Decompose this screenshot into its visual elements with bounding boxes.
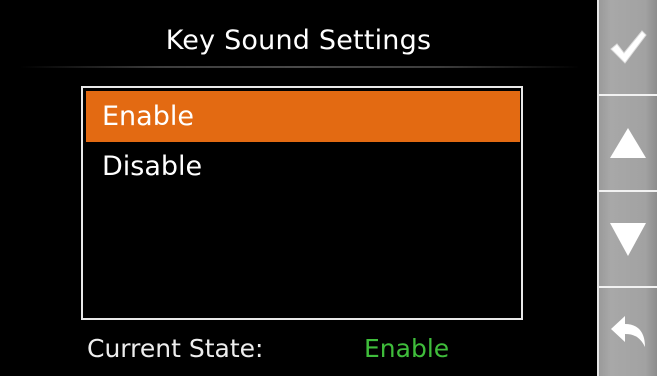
title-divider [20,66,580,68]
up-button[interactable] [599,96,657,190]
side-button-panel [597,0,657,376]
confirm-button[interactable] [599,0,657,94]
current-state-label: Current State: [87,334,264,363]
down-button[interactable] [599,192,657,286]
current-state-value: Enable [364,334,450,363]
page-title: Key Sound Settings [165,25,432,56]
option-enable[interactable]: Enable [86,91,520,142]
arrow-down-icon [610,223,646,256]
back-button[interactable] [599,288,657,376]
arrow-up-icon [610,128,646,158]
key-sound-settings-screen: Key Sound Settings Enable Disable Curren… [0,0,657,376]
checkmark-icon [610,30,647,64]
back-arrow-icon [611,316,645,347]
options-list: Enable Disable [81,86,523,320]
option-disable[interactable]: Disable [86,141,520,192]
